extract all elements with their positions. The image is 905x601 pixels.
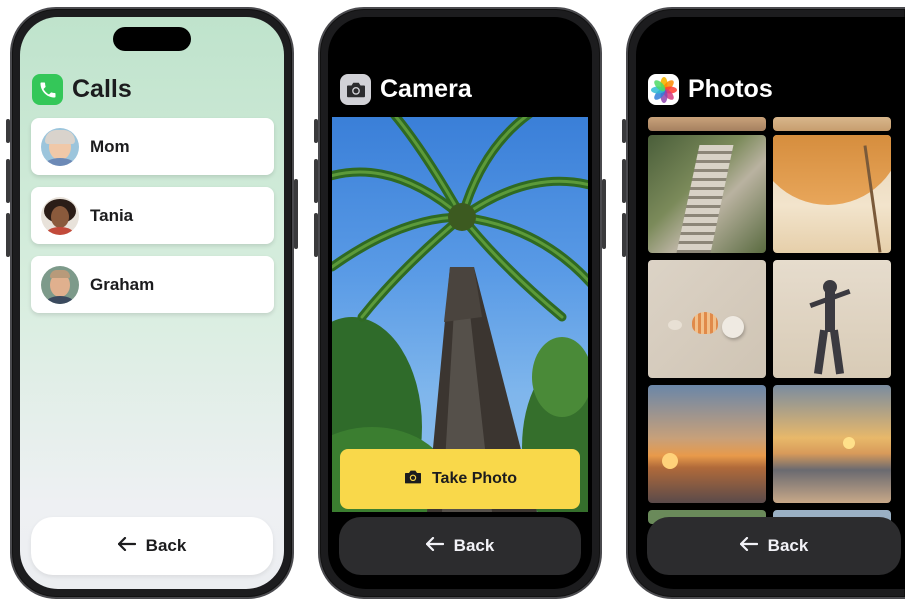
dynamic-island [731, 27, 810, 51]
contact-name: Tania [90, 205, 134, 225]
photos-icon [648, 74, 679, 105]
back-button[interactable]: Back [339, 517, 581, 575]
photo-thumbnail[interactable] [648, 385, 766, 503]
avatar-tania [41, 196, 79, 235]
back-label: Back [453, 536, 495, 555]
back-label: Back [767, 536, 809, 555]
phone-calls: Calls Mom Tania Graham Back [6, 7, 298, 599]
contact-name: Mom [90, 136, 130, 156]
phone-camera: Camera Take Photo Back [314, 7, 606, 599]
arrow-left-icon [739, 536, 758, 556]
page-title: Camera [380, 75, 472, 103]
photo-thumbnail[interactable] [648, 135, 766, 253]
page-title: Photos [688, 75, 773, 103]
photo-thumbnail[interactable] [773, 385, 891, 503]
photos-screen: Photos Back [636, 17, 905, 589]
arrow-left-icon [425, 536, 444, 556]
page-title: Calls [72, 75, 132, 103]
photo-thumbnail[interactable] [773, 260, 891, 378]
avatar-graham [41, 265, 79, 304]
back-button[interactable]: Back [31, 517, 273, 575]
dynamic-island [421, 27, 499, 51]
camera-icon [340, 74, 371, 105]
photo-thumbnail[interactable] [773, 135, 891, 253]
dynamic-island [113, 27, 191, 51]
photo-thumbnail[interactable] [648, 117, 766, 131]
back-label: Back [145, 536, 187, 555]
avatar-mom [41, 127, 79, 166]
calls-header: Calls [32, 74, 132, 105]
calls-screen: Calls Mom Tania Graham Back [20, 17, 284, 589]
take-photo-button[interactable]: Take Photo [340, 449, 580, 509]
arrow-left-icon [117, 536, 136, 556]
phone-icon [32, 74, 63, 105]
photos-header: Photos [648, 74, 773, 105]
contact-mom[interactable]: Mom [31, 118, 274, 175]
camera-icon [403, 469, 423, 490]
camera-screen: Camera Take Photo Back [328, 17, 592, 589]
contact-name: Graham [90, 274, 155, 294]
camera-header: Camera [340, 74, 472, 105]
take-photo-label: Take Photo [431, 470, 518, 487]
photo-thumbnail[interactable] [773, 117, 891, 131]
back-button[interactable]: Back [647, 517, 901, 575]
phone-photos: Photos Back [622, 7, 905, 599]
photo-thumbnail[interactable] [648, 260, 766, 378]
contact-tania[interactable]: Tania [31, 187, 274, 244]
contact-graham[interactable]: Graham [31, 256, 274, 313]
